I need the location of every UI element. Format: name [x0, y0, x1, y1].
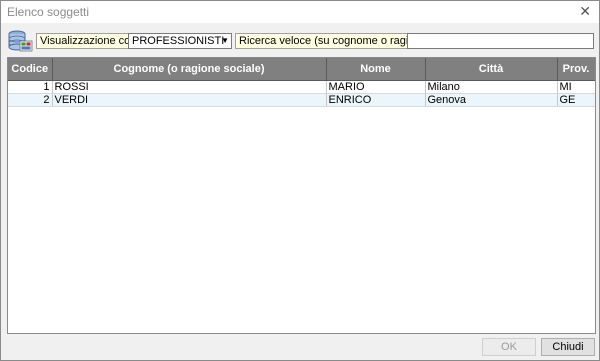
view-select[interactable]: PROFESSIONISTI ▼ — [128, 33, 232, 49]
window-title: Elenco soggetti — [7, 5, 90, 19]
header-row: Codice Cognome (o ragione sociale) Nome … — [8, 58, 595, 81]
cell-city: Milano — [425, 80, 558, 94]
cell-name: MARIO — [326, 80, 426, 94]
search-input[interactable] — [407, 33, 594, 49]
column-header-code[interactable]: Codice — [8, 58, 53, 81]
column-header-name[interactable]: Nome — [326, 58, 426, 81]
search-label: Ricerca veloce (su cognome o ragione soc… — [235, 33, 471, 49]
table-row[interactable]: 2 VERDI ENRICO Genova GE — [8, 93, 595, 107]
title-bar: Elenco soggetti ✕ — [1, 1, 599, 23]
table-row[interactable]: 1 ROSSI MARIO Milano MI — [8, 80, 595, 94]
cell-code: 2 — [8, 93, 53, 107]
subjects-table: Codice Cognome (o ragione sociale) Nome … — [8, 58, 595, 107]
column-header-surname[interactable]: Cognome (o ragione sociale) — [52, 58, 327, 81]
subjects-grid[interactable]: Codice Cognome (o ragione sociale) Nome … — [7, 57, 596, 334]
ok-button[interactable]: OK — [482, 338, 536, 356]
cell-prov: GE — [557, 93, 595, 107]
cell-city: Genova — [425, 93, 558, 107]
close-button[interactable]: Chiudi — [541, 338, 595, 356]
chevron-down-icon[interactable]: ▼ — [221, 34, 229, 48]
column-header-prov[interactable]: Prov. — [557, 58, 595, 81]
database-icon — [8, 30, 33, 52]
dialog-window: Elenco soggetti ✕ Visualizzazione corren… — [0, 0, 600, 361]
cell-name: ENRICO — [326, 93, 426, 107]
close-icon[interactable]: ✕ — [579, 3, 591, 20]
cell-surname: VERDI — [52, 93, 327, 107]
column-header-city[interactable]: Città — [425, 58, 558, 81]
cell-surname: ROSSI — [52, 80, 327, 94]
view-select-value: PROFESSIONISTI — [132, 35, 225, 47]
cell-code: 1 — [8, 80, 53, 94]
cell-prov: MI — [557, 80, 595, 94]
